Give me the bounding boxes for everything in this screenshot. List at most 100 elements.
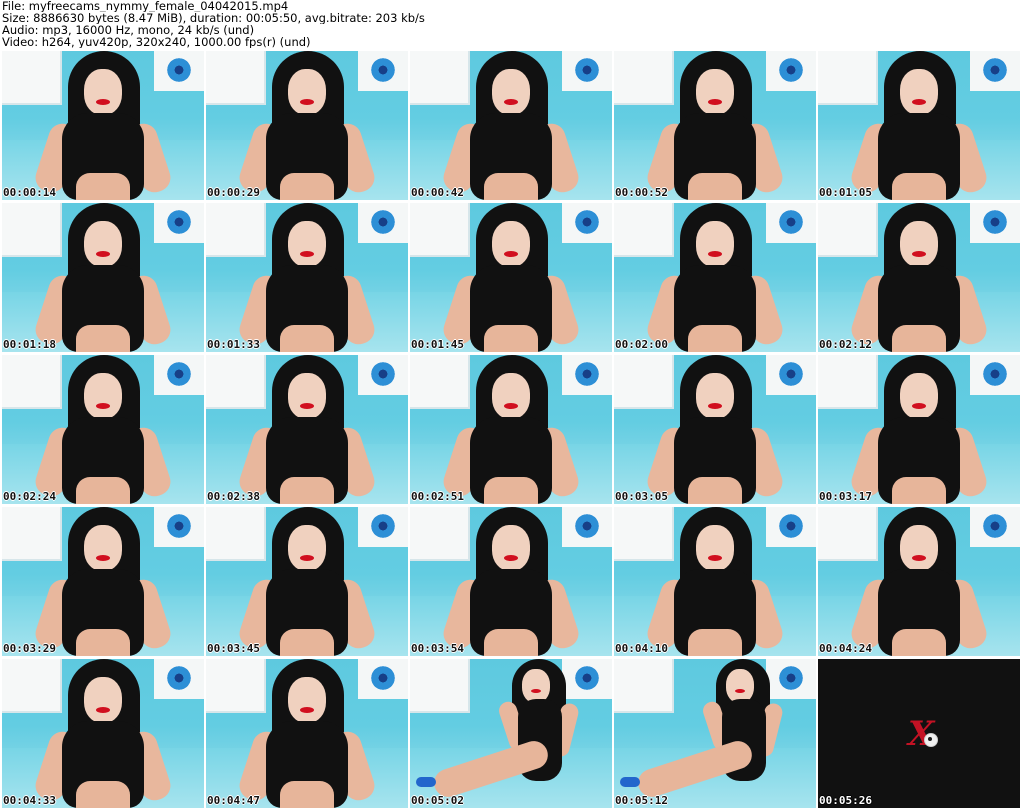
thumbnail[interactable]: 00:04:47 [206, 659, 408, 808]
timestamp-label: 00:00:52 [615, 186, 668, 199]
thumbnail[interactable]: 00:01:45 [410, 203, 612, 352]
lips-shape [300, 251, 314, 257]
legs-shape [892, 629, 946, 656]
lips-shape [735, 689, 745, 693]
flower-decoration [980, 207, 1010, 237]
wall-panel [410, 659, 470, 713]
face-shape [84, 677, 122, 723]
timestamp-label: 00:02:12 [819, 338, 872, 351]
wall-panel [410, 51, 470, 105]
thumbnail[interactable]: 00:05:02 [410, 659, 612, 808]
thumbnail[interactable]: 00:02:51 [410, 355, 612, 504]
thumbnail[interactable]: 00:00:29 [206, 51, 408, 200]
timestamp-label: 00:03:29 [3, 642, 56, 655]
thumbnail[interactable]: 00:00:52 [614, 51, 816, 200]
face-shape [288, 373, 326, 419]
legs-shape [76, 629, 130, 656]
wall-panel [206, 203, 266, 257]
timestamp-label: 00:00:42 [411, 186, 464, 199]
thumbnail[interactable]: 00:02:12 [818, 203, 1020, 352]
flower-decoration [980, 55, 1010, 85]
thumbnail[interactable]: 00:01:33 [206, 203, 408, 352]
thumbnail[interactable]: 00:02:38 [206, 355, 408, 504]
wall-panel [410, 507, 470, 561]
face-shape [84, 373, 122, 419]
lips-shape [912, 555, 926, 561]
flower-decoration [368, 511, 398, 541]
lips-shape [708, 251, 722, 257]
timestamp-label: 00:04:33 [3, 794, 56, 807]
video-info-text: Video: h264, yuv420p, 320x240, 1000.00 f… [2, 36, 311, 48]
timestamp-label: 00:02:00 [615, 338, 668, 351]
lips-shape [96, 99, 110, 105]
thumbnail[interactable]: 00:03:29 [2, 507, 204, 656]
legs-shape [688, 325, 742, 352]
wall-panel [206, 507, 266, 561]
legs-shape [280, 173, 334, 200]
face-shape [492, 221, 530, 267]
timestamp-label: 00:04:10 [615, 642, 668, 655]
thumbnail[interactable]: 00:04:24 [818, 507, 1020, 656]
flower-decoration [368, 207, 398, 237]
lips-shape [300, 99, 314, 105]
flower-decoration [776, 55, 806, 85]
thumbnail[interactable]: 00:00:42 [410, 51, 612, 200]
lips-shape [96, 707, 110, 713]
flower-decoration [980, 359, 1010, 389]
thumbnail[interactable]: 00:03:17 [818, 355, 1020, 504]
face-shape [696, 221, 734, 267]
flower-decoration [572, 663, 602, 693]
thumbnail[interactable]: 00:03:45 [206, 507, 408, 656]
legs-shape [688, 173, 742, 200]
thumbnail[interactable]: 00:04:33 [2, 659, 204, 808]
face-shape [726, 669, 754, 703]
face-shape [900, 525, 938, 571]
thumbnail[interactable]: 00:00:14 [2, 51, 204, 200]
flower-decoration [164, 663, 194, 693]
legs-shape [280, 477, 334, 504]
lips-shape [300, 707, 314, 713]
legs-shape [484, 173, 538, 200]
face-shape [84, 221, 122, 267]
lips-shape [300, 403, 314, 409]
flower-decoration [368, 663, 398, 693]
timestamp-label: 00:01:33 [207, 338, 260, 351]
legs-shape [76, 781, 130, 808]
flower-decoration [572, 511, 602, 541]
thumbnail[interactable]: 00:04:10 [614, 507, 816, 656]
thumbnail[interactable]: X 00:05:26 [818, 659, 1020, 808]
face-shape [900, 221, 938, 267]
thumbnail[interactable]: 00:03:05 [614, 355, 816, 504]
wall-panel [818, 203, 878, 257]
thumbnail[interactable]: 00:05:12 [614, 659, 816, 808]
thumbnail[interactable]: 00:01:05 [818, 51, 1020, 200]
legs-shape [484, 477, 538, 504]
flower-decoration [164, 511, 194, 541]
flower-decoration [776, 359, 806, 389]
flower-decoration [776, 511, 806, 541]
file-info-header: File: myfreecams_nymmy_female_04042015.m… [2, 0, 1022, 48]
timestamp-label: 00:01:18 [3, 338, 56, 351]
face-shape [288, 677, 326, 723]
timestamp-label: 00:03:45 [207, 642, 260, 655]
wall-panel [818, 507, 878, 561]
thumbnail[interactable]: 00:02:24 [2, 355, 204, 504]
wall-panel [206, 51, 266, 105]
wall-panel [2, 659, 62, 713]
thumbnail[interactable]: 00:03:54 [410, 507, 612, 656]
wall-panel [2, 355, 62, 409]
thumbnail-grid: 00:00:14 00:00:29 00:00:42 00:00:52 00:01:05… [2, 51, 1024, 811]
wall-panel [410, 203, 470, 257]
legs-shape [280, 781, 334, 808]
flower-decoration [572, 207, 602, 237]
face-shape [900, 69, 938, 115]
thumbnail[interactable]: 00:01:18 [2, 203, 204, 352]
thumbnail[interactable]: 00:02:00 [614, 203, 816, 352]
face-shape [696, 525, 734, 571]
flower-decoration [164, 55, 194, 85]
audio-info-text: Audio: mp3, 16000 Hz, mono, 24 kb/s (und… [2, 24, 255, 36]
face-shape [696, 69, 734, 115]
wall-panel [614, 507, 674, 561]
file-name-text: File: myfreecams_nymmy_female_04042015.m… [2, 0, 289, 12]
lips-shape [96, 403, 110, 409]
